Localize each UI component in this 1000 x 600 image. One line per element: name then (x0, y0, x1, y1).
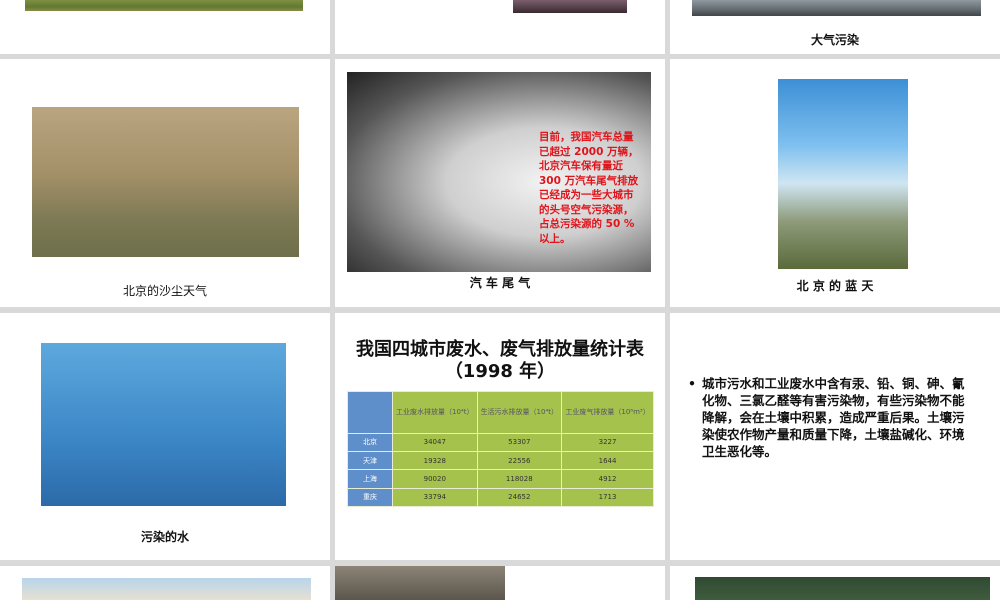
table-corner-cell (347, 391, 393, 434)
air-pollution-caption: 大气污染 (810, 33, 859, 47)
table-cell: 34047 (392, 432, 478, 453)
table-cell: 22556 (476, 451, 563, 471)
table-city-cell: 上海 (347, 469, 393, 489)
soil-pollution-text: • 城市污水和工业废水中含有汞、铅、铜、砷、氰化物、三氯乙醛等有害污染物，有些污… (688, 375, 970, 460)
table-row: 上海 90020 118028 4912 (347, 469, 654, 489)
blue-sky-photo (778, 79, 908, 269)
slide-house[interactable] (0, 566, 330, 600)
blue-sky-caption: 北 京 的 蓝 天 (796, 279, 874, 293)
sandstorm-photo (32, 107, 299, 257)
table-city-cell: 北京 (347, 432, 393, 453)
table-cell: 24652 (476, 487, 563, 508)
statistics-table-title: 我国四城市废水、废气排放量统计表（1998 年） (356, 339, 644, 382)
polluted-water-caption: 污染的水 (140, 530, 189, 544)
field-photo (695, 577, 990, 600)
polluted-water-photo (41, 343, 286, 506)
table-header-cell: 工业废水排放量（10⁴t） (392, 391, 478, 434)
table-cell: 1644 (561, 451, 654, 471)
table-row: 天津 19328 22556 1644 (347, 451, 654, 471)
table-city-cell: 重庆 (347, 487, 393, 508)
slide-field[interactable] (670, 566, 1000, 600)
slide-soil-pollution[interactable]: • 城市污水和工业废水中含有汞、铅、铜、砷、氰化物、三氯乙醛等有害污染物，有些污… (670, 313, 1000, 560)
table-cell: 53307 (476, 432, 563, 453)
table-cell: 19328 (392, 451, 478, 471)
slide-sandstorm[interactable]: 北京的沙尘天气 (0, 59, 330, 307)
slide-polluted-water[interactable]: 污染的水 (0, 313, 330, 560)
bullet-marker: • (688, 376, 696, 391)
table-cell: 118028 (476, 469, 563, 489)
table-cell: 90020 (392, 469, 478, 489)
traffic-photo (692, 0, 981, 16)
slide-air-pollution[interactable]: 大气污染 (670, 0, 1000, 54)
exhaust-overlay-text: 目前，我国汽车总量已超过 2000 万辆，北京汽车保有量近 300 万汽车尾气排… (539, 131, 639, 245)
table-header-cell: 工业废气排放量（10⁸m³） (561, 391, 654, 434)
slide-rocks[interactable] (335, 566, 665, 600)
person-photo (513, 0, 627, 13)
trees-photo (25, 0, 303, 11)
slide-car-exhaust[interactable]: 目前，我国汽车总量已超过 2000 万辆，北京汽车保有量近 300 万汽车尾气排… (335, 59, 665, 307)
table-cell: 1713 (561, 487, 654, 508)
slide-trees[interactable] (0, 0, 330, 54)
table-row: 北京 34047 53307 3227 (347, 432, 654, 453)
table-cell: 4912 (561, 469, 654, 489)
car-exhaust-photo: 目前，我国汽车总量已超过 2000 万辆，北京汽车保有量近 300 万汽车尾气排… (347, 72, 651, 272)
table-row: 重庆 33794 24652 1713 (347, 487, 654, 508)
soil-pollution-body: 城市污水和工业废水中含有汞、铅、铜、砷、氰化物、三氯乙醛等有害污染物，有些污染物… (702, 376, 965, 459)
table-city-cell: 天津 (347, 451, 393, 471)
sandstorm-caption: 北京的沙尘天气 (122, 284, 207, 298)
slide-blue-sky[interactable]: 北 京 的 蓝 天 (670, 59, 1000, 307)
house-photo (22, 578, 311, 600)
table-header-cell: 生活污水排放量（10⁴t） (476, 391, 563, 434)
table-header-row: 工业废水排放量（10⁴t） 生活污水排放量（10⁴t） 工业废气排放量（10⁸m… (347, 391, 654, 434)
slide-person-top[interactable] (335, 0, 665, 54)
statistics-table: 工业废水排放量（10⁴t） 生活污水排放量（10⁴t） 工业废气排放量（10⁸m… (347, 391, 654, 508)
car-exhaust-caption: 汽 车 尾 气 (469, 276, 531, 290)
table-cell: 33794 (392, 487, 478, 508)
rocks-photo (335, 566, 505, 600)
table-cell: 3227 (561, 432, 654, 453)
slide-statistics-table[interactable]: 我国四城市废水、废气排放量统计表（1998 年） 工业废水排放量（10⁴t） 生… (335, 313, 665, 560)
